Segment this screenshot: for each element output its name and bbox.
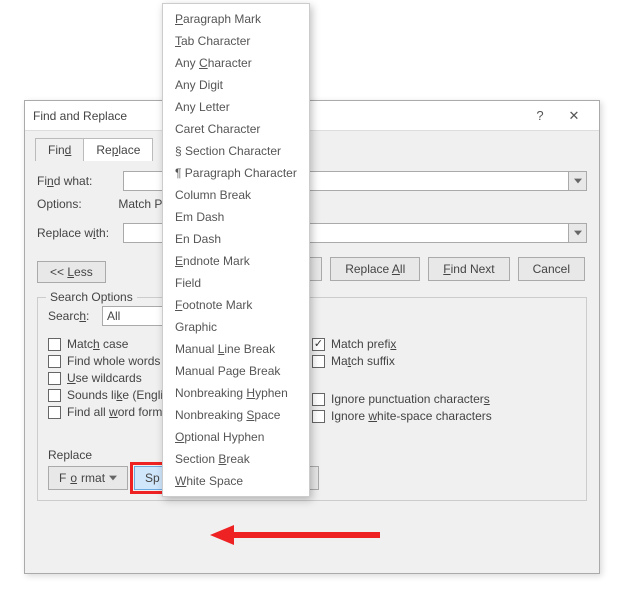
search-options-legend: Search Options xyxy=(46,290,137,304)
find-what-row: Find what: xyxy=(37,171,587,191)
menu-item[interactable]: Section Break xyxy=(163,448,309,470)
search-options-fieldset: Search Options Search: All Match case Fi… xyxy=(37,297,587,501)
checkbox-icon xyxy=(48,372,61,385)
menu-item[interactable]: Any Letter xyxy=(163,96,309,118)
find-replace-dialog: Find and Replace ? ✕ Find Replace Go To … xyxy=(24,100,600,574)
checkbox-icon xyxy=(312,410,325,423)
check-match-suffix[interactable]: Match suffix xyxy=(312,354,576,368)
search-direction-label: Search: xyxy=(48,309,96,323)
search-direction-row: Search: All xyxy=(48,306,576,326)
menu-item[interactable]: Any Character xyxy=(163,52,309,74)
menu-item[interactable]: Paragraph Mark xyxy=(163,8,309,30)
menu-item[interactable]: Em Dash xyxy=(163,206,309,228)
special-menu[interactable]: Paragraph MarkTab CharacterAny Character… xyxy=(162,3,310,497)
checkbox-icon xyxy=(48,338,61,351)
menu-item[interactable]: Footnote Mark xyxy=(163,294,309,316)
find-what-label: Find what: xyxy=(37,174,115,188)
checkbox-icon xyxy=(48,355,61,368)
close-button[interactable]: ✕ xyxy=(557,108,591,124)
dialog-body: Find what: Options: Match Prefix Replace… xyxy=(25,161,599,511)
find-next-button[interactable]: Find Next xyxy=(428,257,509,281)
menu-item[interactable]: Manual Page Break xyxy=(163,360,309,382)
menu-item[interactable]: Graphic xyxy=(163,316,309,338)
check-ignore-space[interactable]: Ignore white-space characters xyxy=(312,409,576,423)
menu-item[interactable]: Any Digit xyxy=(163,74,309,96)
replace-with-label: Replace with: xyxy=(37,226,115,240)
find-what-dropdown[interactable] xyxy=(568,172,586,190)
replace-section-legend: Replace xyxy=(48,448,576,462)
chevron-down-icon xyxy=(574,230,582,236)
checkbox-icon xyxy=(312,393,325,406)
menu-item[interactable]: Manual Line Break xyxy=(163,338,309,360)
menu-item[interactable]: Field xyxy=(163,272,309,294)
checkbox-icon xyxy=(312,355,325,368)
replace-button-row: Format Special No Formatting xyxy=(48,466,576,490)
chevron-down-icon xyxy=(574,178,582,184)
spacer xyxy=(312,371,576,389)
checkbox-icon xyxy=(48,389,61,402)
tabs: Find Replace Go To xyxy=(25,131,599,161)
check-match-prefix[interactable]: Match prefix xyxy=(312,337,576,351)
menu-item[interactable]: White Space xyxy=(163,470,309,492)
help-button[interactable]: ? xyxy=(523,108,557,123)
menu-item[interactable]: Endnote Mark xyxy=(163,250,309,272)
checkbox-checked-icon xyxy=(312,338,325,351)
options-label: Options: xyxy=(37,197,115,211)
menu-item[interactable]: Column Break xyxy=(163,184,309,206)
replace-section: Replace Format Special No Formatting xyxy=(48,448,576,490)
cancel-button[interactable]: Cancel xyxy=(518,257,585,281)
menu-item[interactable]: § Section Character xyxy=(163,140,309,162)
search-direction-value: All xyxy=(107,309,120,323)
check-ignore-punct[interactable]: Ignore punctuation characters xyxy=(312,392,576,406)
tab-replace[interactable]: Replace xyxy=(83,138,153,161)
options-line: Options: Match Prefix xyxy=(37,197,587,211)
options-columns: Match case Find whole words only Use wil… xyxy=(48,334,576,426)
menu-item[interactable]: Caret Character xyxy=(163,118,309,140)
menu-item[interactable]: Optional Hyphen xyxy=(163,426,309,448)
titlebar: Find and Replace ? ✕ xyxy=(25,101,599,131)
checkbox-icon xyxy=(48,406,61,419)
replace-all-button[interactable]: Replace All xyxy=(330,257,420,281)
replace-with-dropdown[interactable] xyxy=(568,224,586,242)
chevron-down-icon xyxy=(109,475,117,481)
menu-item[interactable]: Tab Character xyxy=(163,30,309,52)
menu-item[interactable]: Nonbreaking Hyphen xyxy=(163,382,309,404)
menu-item[interactable]: En Dash xyxy=(163,228,309,250)
options-right-col: Match prefix Match suffix Ignore punctua… xyxy=(312,334,576,426)
tab-find[interactable]: Find xyxy=(35,138,84,161)
less-button[interactable]: << Less xyxy=(37,261,106,283)
replace-with-row: Replace with: xyxy=(37,223,587,243)
menu-item[interactable]: Nonbreaking Space xyxy=(163,404,309,426)
menu-item[interactable]: ¶ Paragraph Character xyxy=(163,162,309,184)
format-button[interactable]: Format xyxy=(48,466,128,490)
